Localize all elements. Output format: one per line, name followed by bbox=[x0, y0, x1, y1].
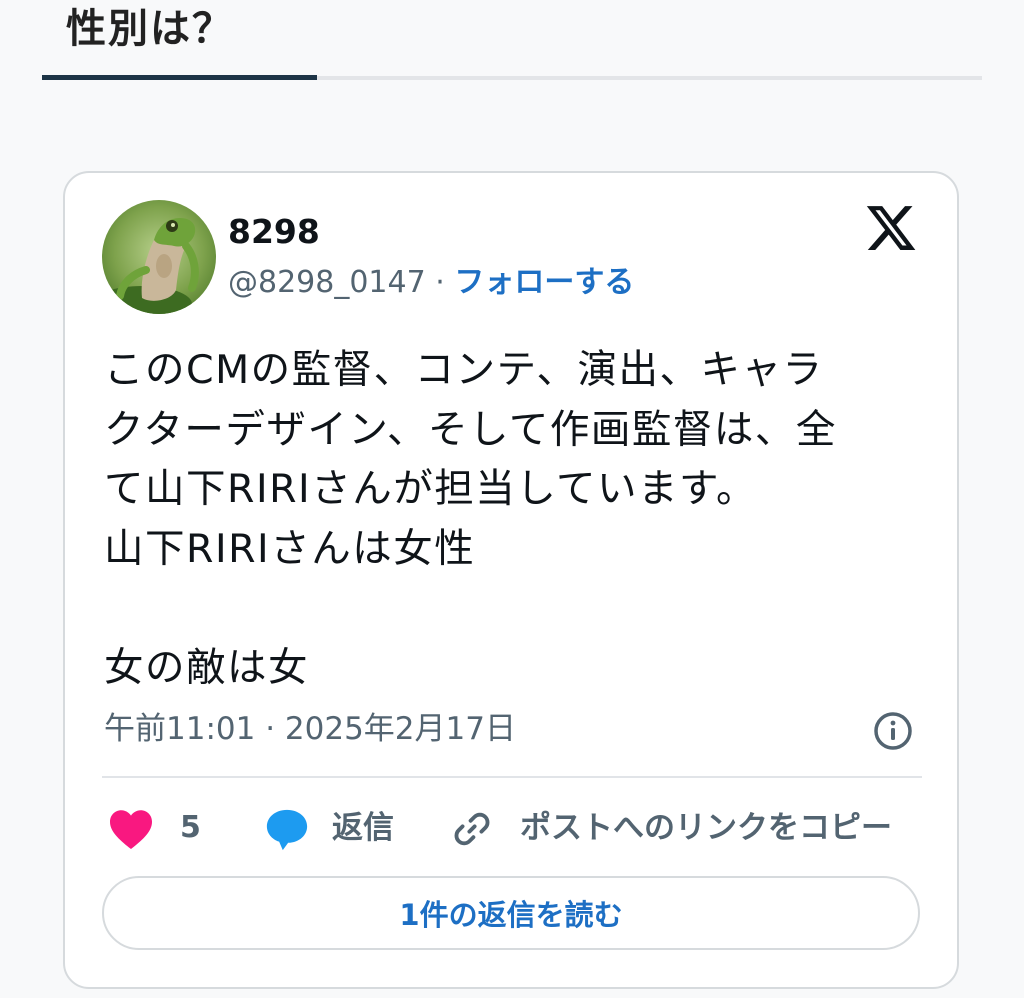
tweet-text-blank-line bbox=[104, 579, 904, 639]
tab-active-indicator bbox=[42, 75, 317, 80]
handle-row: @8298_0147 · フォローする bbox=[228, 261, 634, 305]
reply-bubble-icon[interactable] bbox=[264, 806, 310, 852]
handle-separator: · bbox=[435, 265, 445, 300]
display-name[interactable]: 8298 bbox=[228, 209, 320, 255]
divider bbox=[102, 776, 922, 778]
tweet-text-line: クターデザイン、そして作画監督は、全 bbox=[104, 406, 837, 453]
user-handle[interactable]: @8298_0147 bbox=[228, 265, 426, 300]
tweet-text-line: て山下RIRIさんが担当しています。 bbox=[104, 466, 758, 512]
read-replies-label: 1件の返信を読む bbox=[399, 898, 623, 932]
page-title: 性別は？ bbox=[66, 6, 234, 52]
link-icon[interactable] bbox=[451, 808, 493, 850]
avatar[interactable] bbox=[102, 200, 216, 314]
tweet-timestamp[interactable]: 午前11:01 · 2025年2月17日 bbox=[104, 707, 516, 751]
follow-link[interactable]: フォローする bbox=[454, 265, 634, 300]
like-count: 5 bbox=[180, 810, 201, 845]
copy-link-button[interactable]: ポストへのリンクをコピー bbox=[520, 806, 892, 850]
reply-button[interactable]: 返信 bbox=[332, 806, 394, 850]
x-logo-icon[interactable] bbox=[864, 201, 918, 255]
read-replies-button[interactable]: 1件の返信を読む bbox=[102, 876, 920, 950]
heart-icon[interactable] bbox=[108, 808, 154, 850]
info-icon[interactable] bbox=[872, 710, 914, 752]
tweet-text: このCMの監督、コンテ、演出、キャラ クターデザイン、そして作画監督は、全 て山… bbox=[104, 341, 904, 698]
tweet-text-line: このCMの監督、コンテ、演出、キャラ bbox=[104, 347, 824, 393]
tweet-text-line: 女の敵は女 bbox=[104, 644, 309, 691]
frog-avatar-image bbox=[102, 200, 216, 314]
tweet-text-line: 山下RIRIさんは女性 bbox=[104, 525, 476, 572]
